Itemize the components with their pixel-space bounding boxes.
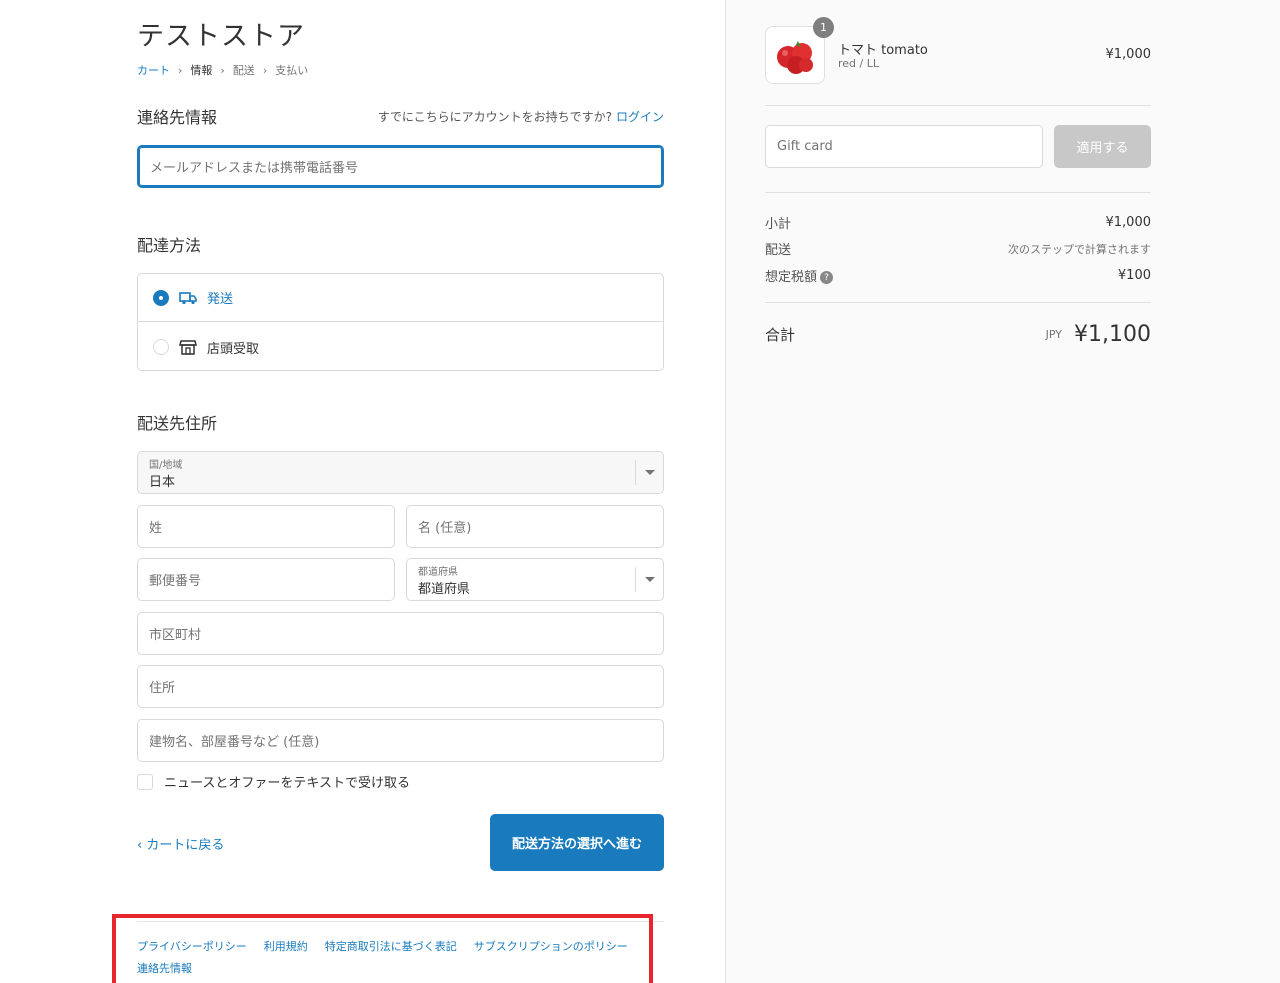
tax-label: 想定税額	[765, 270, 818, 285]
address2-placeholder: 建物名、部屋番号など (任意)	[149, 735, 320, 750]
total-amount: JPY ¥1,100	[1046, 322, 1151, 347]
truck-icon	[179, 291, 197, 304]
store-title[interactable]: テストストア	[137, 14, 305, 53]
news-checkbox[interactable]	[137, 773, 153, 790]
chevron-down-icon	[635, 567, 663, 592]
first-name-placeholder: 名 (任意)	[418, 521, 472, 536]
city-field[interactable]: 市区町村	[137, 612, 664, 655]
checkout-main: テストストア カート › 情報 › 配送 › 支払い 連絡先情報 すでにこちらに…	[0, 0, 725, 983]
address1-field[interactable]: 住所	[137, 665, 664, 708]
summary-divider	[765, 302, 1151, 303]
breadcrumb: カート › 情報 › 配送 › 支払い	[137, 62, 308, 78]
chevron-down-icon	[635, 460, 663, 485]
news-optin[interactable]: ニュースとオファーをテキストで受け取る	[137, 772, 410, 791]
subtotal-value: ¥1,000	[1105, 215, 1152, 230]
first-name-field[interactable]: 名 (任意)	[406, 505, 664, 548]
city-placeholder: 市区町村	[149, 628, 202, 643]
prefecture-label: 都道府県	[418, 566, 458, 578]
country-label: 国/地域	[149, 459, 183, 471]
delivery-ship-label: 発送	[207, 292, 234, 307]
subtotal-row: 小計 ¥1,000	[765, 213, 1151, 232]
delivery-option-ship[interactable]: 発送	[138, 274, 663, 322]
shipping-value: 次のステップで計算されます	[1008, 242, 1151, 256]
gift-card-input[interactable]: Gift card	[765, 125, 1043, 168]
postal-code-placeholder: 郵便番号	[149, 574, 202, 589]
delivery-option-pickup[interactable]: 店頭受取	[138, 323, 663, 371]
product-price: ¥1,000	[1105, 47, 1152, 62]
address2-field[interactable]: 建物名、部屋番号など (任意)	[137, 719, 664, 762]
gift-card-placeholder: Gift card	[777, 139, 833, 154]
email-field[interactable]: メールアドレスまたは携帯電話番号	[137, 145, 664, 188]
chevron-right-icon: ›	[262, 63, 268, 77]
summary-divider	[765, 192, 1151, 193]
total-value: ¥1,100	[1074, 321, 1151, 347]
login-link[interactable]: ログイン	[616, 110, 664, 124]
quantity-badge: 1	[813, 17, 834, 38]
shipping-label: 配送	[765, 243, 792, 258]
prefecture-value: 都道府県	[418, 581, 471, 597]
chevron-right-icon: ›	[220, 63, 225, 77]
last-name-placeholder: 姓	[149, 521, 163, 536]
radio-ship[interactable]	[153, 289, 169, 306]
store-icon	[179, 340, 197, 355]
continue-to-shipping-button[interactable]: 配送方法の選択へ進む	[490, 814, 664, 871]
delivery-options: 発送 店頭受取	[137, 273, 664, 371]
question-icon[interactable]: ?	[820, 271, 834, 284]
country-select[interactable]: 国/地域 日本	[137, 451, 664, 494]
breadcrumb-payment: 支払い	[275, 64, 309, 77]
news-checkbox-label: ニュースとオファーをテキストで受け取る	[164, 776, 410, 791]
breadcrumb-info: 情報	[190, 64, 213, 77]
chevron-right-icon: ›	[178, 63, 183, 77]
product-name: トマト tomato	[838, 43, 928, 58]
contact-heading: 連絡先情報	[137, 108, 218, 127]
summary-divider	[765, 105, 1151, 106]
highlight-box	[112, 914, 653, 983]
total-row: 合計 JPY ¥1,100	[765, 318, 1151, 350]
postal-code-field[interactable]: 郵便番号	[137, 558, 395, 601]
currency-code: JPY	[1045, 327, 1063, 341]
apply-gift-card-button[interactable]: 適用する	[1054, 125, 1151, 168]
tax-value: ¥100	[1117, 268, 1151, 283]
country-value: 日本	[149, 474, 176, 490]
email-placeholder: メールアドレスまたは携帯電話番号	[150, 161, 359, 176]
delivery-pickup-label: 店頭受取	[207, 341, 260, 357]
back-to-cart-link[interactable]: ‹ カートに戻る	[137, 834, 224, 853]
prefecture-select[interactable]: 都道府県 都道府県	[406, 558, 664, 601]
radio-pickup[interactable]	[153, 339, 169, 355]
breadcrumb-shipping: 配送	[232, 64, 255, 77]
tax-row: 想定税額? ¥100	[765, 266, 1151, 285]
tax-label-wrap: 想定税額?	[765, 266, 834, 285]
breadcrumb-cart[interactable]: カート	[137, 62, 170, 78]
address-heading: 配送先住所	[137, 414, 218, 433]
address1-placeholder: 住所	[149, 681, 176, 696]
shipping-row: 配送 次のステップで計算されます	[765, 239, 1151, 259]
product-variant: red / LL	[838, 57, 879, 70]
delivery-heading: 配達方法	[137, 236, 202, 255]
account-prompt-text: すでにこちらにアカウントをお持ちですか?	[377, 110, 612, 124]
subtotal-label: 小計	[765, 217, 792, 232]
account-prompt: すでにこちらにアカウントをお持ちですか? ログイン	[378, 108, 664, 125]
last-name-field[interactable]: 姓	[137, 505, 395, 548]
tomato-image	[777, 41, 813, 74]
total-label: 合計	[765, 325, 796, 344]
